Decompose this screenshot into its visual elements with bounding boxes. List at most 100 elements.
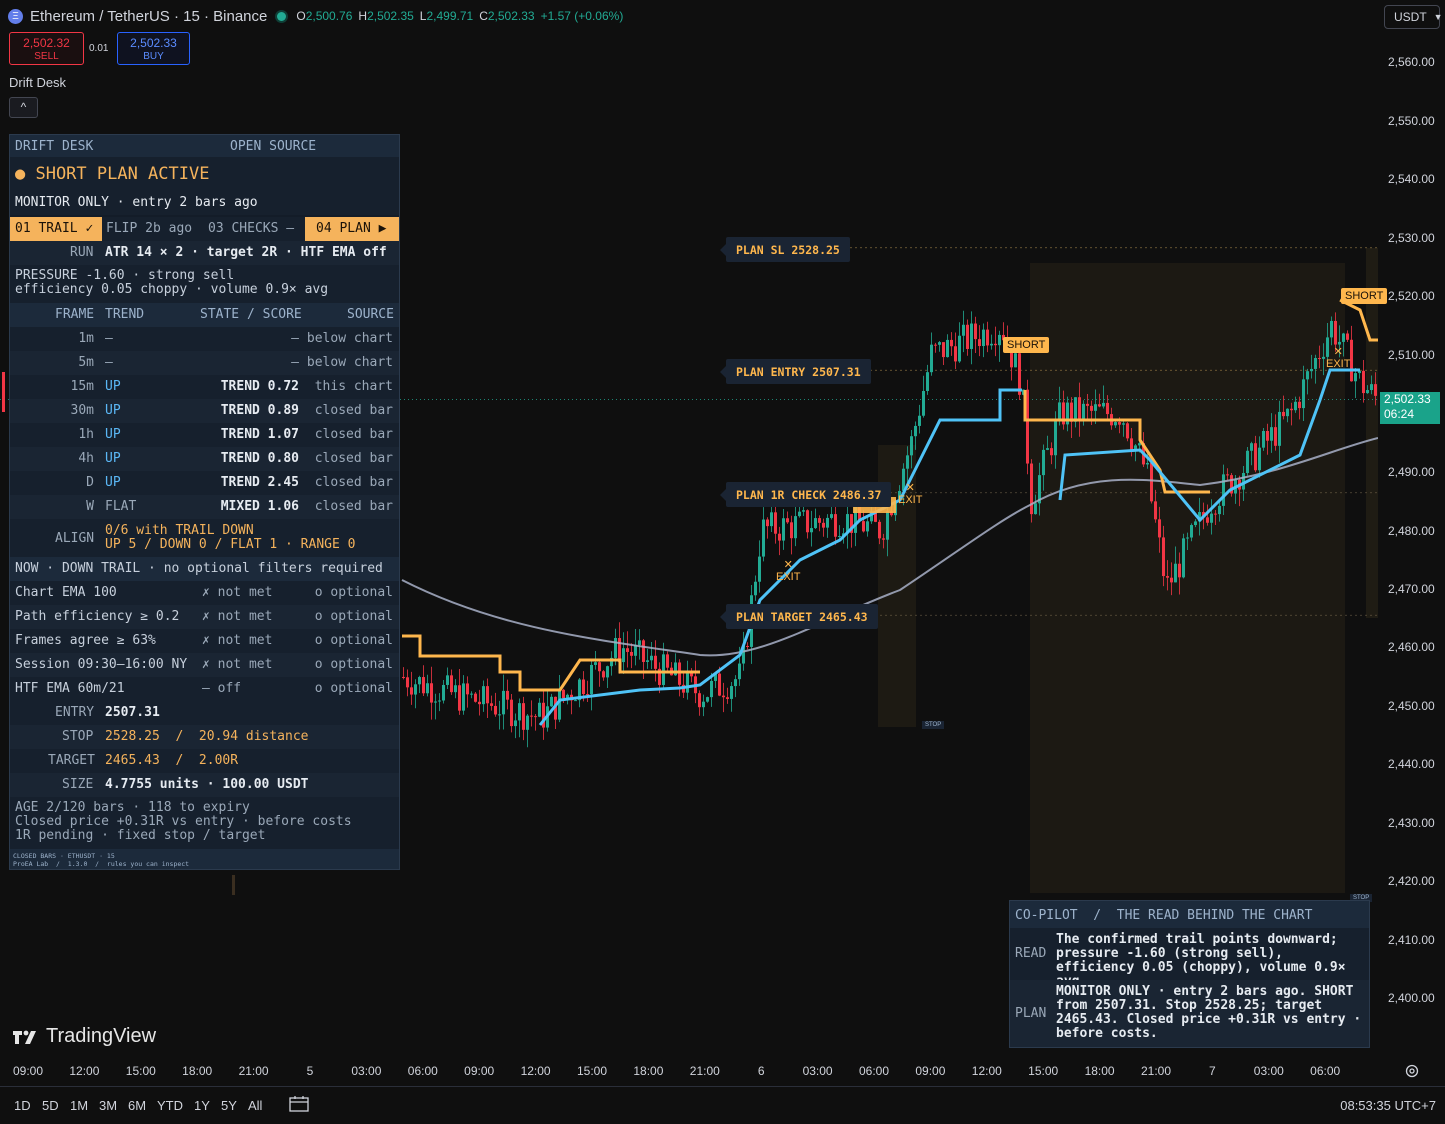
range-ytd-button[interactable]: YTD <box>157 1098 183 1113</box>
filter-name: Chart EMA 100 <box>15 585 117 600</box>
sell-button[interactable]: 2,502.32 SELL <box>9 32 84 65</box>
candle-body <box>970 323 973 349</box>
range-5d-button[interactable]: 5D <box>42 1098 59 1113</box>
settings-icon[interactable] <box>1404 1063 1420 1079</box>
step-checks[interactable]: 03 CHECKS — <box>208 221 294 236</box>
candle-body <box>1298 401 1301 409</box>
time-tick: 6 <box>757 1064 765 1078</box>
drift-desk-panel: DRIFT DESK OPEN SOURCE ● SHORT PLAN ACTI… <box>9 134 400 870</box>
candle-body <box>1226 474 1229 476</box>
footer-line-2: ProEA Lab / 1.3.0 / rules you can inspec… <box>13 860 190 868</box>
range-3m-button[interactable]: 3M <box>99 1098 117 1113</box>
low-value: 2,499.71 <box>426 9 474 23</box>
candle-body <box>502 690 505 715</box>
candle-body <box>402 676 405 678</box>
candle-body <box>1190 525 1193 538</box>
candle-body <box>662 654 665 685</box>
filter-row: Path efficiency ≥ 0.2 ✗ not met o optional <box>10 605 399 629</box>
filter-name: Frames agree ≥ 63% <box>15 633 156 648</box>
filter-state: ✗ not met <box>202 657 273 672</box>
range-all-button[interactable]: All <box>248 1098 262 1113</box>
filter-row: HTF EMA 60m/21 — off o optional <box>10 677 399 701</box>
exit-mark: ✕ <box>1333 346 1343 358</box>
candle-body <box>1222 474 1225 506</box>
range-5y-button[interactable]: 5Y <box>221 1098 237 1113</box>
candle-body <box>582 679 585 695</box>
candle-body <box>614 638 617 658</box>
buy-price: 2,502.33 <box>130 36 177 50</box>
candle-body <box>1194 521 1197 526</box>
frame-row: 4h UP TREND 0.80 closed bar <box>10 447 399 471</box>
candle-body <box>918 415 921 426</box>
candle-body <box>730 686 733 699</box>
now-row: NOW · DOWN TRAIL · no optional filters r… <box>10 557 399 581</box>
price-tick: 2,470.00 <box>1388 582 1435 596</box>
candle-body <box>722 695 725 698</box>
ethereum-icon: Ξ <box>8 8 23 24</box>
calendar-range-icon[interactable] <box>289 1095 309 1113</box>
candle-body <box>486 686 489 704</box>
range-1y-button[interactable]: 1Y <box>194 1098 210 1113</box>
frame-row: 1m — — below chart <box>10 327 399 351</box>
time-tick: 15:00 <box>125 1064 156 1078</box>
candle-body <box>1050 448 1053 456</box>
candle-body <box>706 697 709 702</box>
candle-body <box>558 689 561 720</box>
plan-1r-label: PLAN 1R CHECK 2486.37 <box>719 482 892 507</box>
time-tick: 09:00 <box>12 1064 44 1078</box>
tradingview-logo-icon[interactable]: TradingView <box>11 1025 156 1048</box>
read-label: READ <box>1015 946 1047 961</box>
buy-label: BUY <box>143 51 164 62</box>
col-trend: TREND <box>105 307 145 322</box>
range-1d-button[interactable]: 1D <box>14 1098 31 1113</box>
candle-body <box>1034 503 1037 515</box>
candle-body <box>1090 405 1093 411</box>
candle-body <box>926 372 929 391</box>
candle-body <box>1302 379 1305 409</box>
clock[interactable]: 08:53:35 UTC+7 <box>1340 1098 1436 1113</box>
candle-body <box>1362 370 1365 394</box>
candle-body <box>414 684 417 695</box>
candle-body <box>1154 501 1157 520</box>
candle-body <box>634 645 637 656</box>
candle-body <box>1262 430 1265 448</box>
plan-label: PLAN <box>1015 1006 1047 1021</box>
bottom-toolbar: 1D 5D 1M 3M 6M YTD 1Y 5Y All 08:53:35 UTC+7 <box>0 1086 1445 1124</box>
candle-body <box>1258 447 1261 471</box>
step-plan[interactable]: 04 PLAN ▶ <box>305 217 399 241</box>
candle-body <box>1330 320 1333 338</box>
candle-body <box>1042 449 1045 476</box>
range-1m-button[interactable]: 1M <box>70 1098 88 1113</box>
indicator-name[interactable]: Drift Desk <box>9 75 66 90</box>
candle-body <box>458 685 461 711</box>
exit-signal: ✕ EXIT <box>1326 346 1350 370</box>
candle-body <box>498 714 501 716</box>
frame-row: 15m UP TREND 0.72 this chart <box>10 375 399 399</box>
frames-header: FRAME TREND STATE / SCORE SOURCE <box>10 303 399 327</box>
step-trail[interactable]: 01 TRAIL ✓ <box>10 217 102 241</box>
candle-body <box>438 700 441 702</box>
price-tick: 2,420.00 <box>1388 874 1435 888</box>
candle-body <box>654 655 657 669</box>
candle-body <box>574 700 577 702</box>
price-axis[interactable]: 2,560.00 2,550.00 2,540.00 2,530.00 2,520.00… <box>1378 0 1445 1056</box>
age-line-3: 1R pending · fixed stop / target <box>15 828 266 843</box>
frame-label: 4h <box>78 451 94 466</box>
high-value: 2,502.35 <box>367 9 414 23</box>
buy-button[interactable]: 2,502.33 BUY <box>117 32 190 65</box>
candle-body <box>1030 463 1033 515</box>
chevron-up-icon[interactable]: ^ <box>9 97 38 118</box>
candle-body <box>642 640 645 662</box>
plan-status: ● SHORT PLAN ACTIVE <box>15 164 210 184</box>
symbol-title[interactable]: Ethereum / TetherUS · 15 · Binance <box>30 8 267 25</box>
candle-body <box>466 683 469 695</box>
candle-body <box>594 662 597 665</box>
range-6m-button[interactable]: 6M <box>128 1098 146 1113</box>
candle-body <box>962 324 965 336</box>
candle-body <box>950 339 953 347</box>
time-axis[interactable]: 09:00 12:00 15:00 18:00 21:00 5 03:00 06:00 09:0… <box>0 1060 1445 1082</box>
candle-body <box>442 684 445 701</box>
step-flip[interactable]: FLIP 2b ago <box>106 221 192 236</box>
frame-source: closed bar <box>314 403 393 418</box>
frame-state: TREND 0.72 <box>220 379 299 394</box>
